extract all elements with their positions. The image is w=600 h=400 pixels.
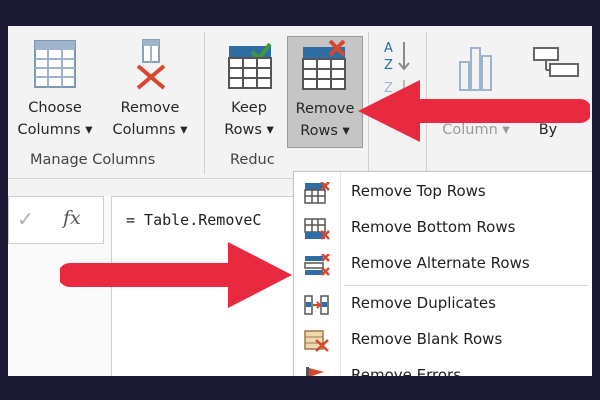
power-query-window: Choose Columns ▾ Remove Columns ▾ Manage… (8, 26, 592, 376)
fx-icon[interactable]: fx (63, 207, 81, 229)
remove-columns-label-line2: Columns ▾ (112, 122, 188, 138)
annotation-arrow-left (60, 242, 292, 308)
remove-top-rows-icon (304, 182, 330, 204)
remove-rows-button[interactable]: Remove Rows ▾ (287, 36, 363, 148)
remove-alternate-rows-icon (304, 254, 330, 276)
menu-item-remove-alternate-rows[interactable]: Remove Alternate Rows (294, 246, 592, 282)
remove-bottom-rows-icon (304, 218, 330, 240)
manage-columns-group-label: Manage Columns (30, 152, 156, 168)
menu-item-remove-top-rows[interactable]: Remove Top Rows (294, 174, 592, 210)
menu-item-label: Remove Alternate Rows (351, 254, 530, 272)
menu-item-remove-duplicates[interactable]: Remove Duplicates (294, 286, 592, 322)
keep-rows-label-line1: Keep (231, 100, 267, 116)
remove-errors-icon (306, 367, 324, 376)
menu-item-remove-blank-rows[interactable]: Remove Blank Rows (294, 322, 592, 358)
svg-text:A: A (384, 41, 393, 56)
svg-text:Z: Z (384, 58, 393, 73)
commit-check-icon[interactable]: ✓ (17, 207, 34, 231)
remove-rows-label-line1: Remove (295, 101, 355, 117)
annotation-arrow-top (358, 80, 590, 142)
choose-columns-label-line1: Choose (28, 100, 82, 116)
menu-item-remove-errors[interactable]: Remove Errors (294, 358, 592, 376)
remove-rows-label-line2: Rows ▾ (300, 123, 350, 139)
menu-item-label: Remove Blank Rows (351, 330, 503, 348)
keep-rows-button[interactable]: Keep Rows ▾ (214, 28, 284, 146)
group-by-icon (533, 47, 579, 77)
choose-columns-label-line2: Columns ▾ (17, 122, 93, 138)
group-separator (204, 32, 205, 174)
remove-rows-icon (302, 39, 346, 90)
remove-columns-label-line1: Remove (120, 100, 180, 116)
remove-blank-rows-icon (304, 330, 329, 352)
keep-rows-label-line2: Rows ▾ (224, 122, 274, 138)
reduce-rows-group-label: Reduc (230, 152, 275, 168)
menu-item-label: Remove Duplicates (351, 294, 496, 312)
formula-controls: ✓ fx (8, 196, 104, 244)
formula-text: = Table.RemoveC (126, 211, 262, 229)
remove-rows-menu: Remove Top Rows Remove Bottom Rows Remov… (293, 171, 592, 376)
sort-ascending-icon[interactable]: A Z (382, 38, 412, 74)
menu-item-label: Remove Errors (351, 366, 462, 376)
remove-columns-button[interactable]: Remove Columns ▾ (104, 28, 196, 146)
remove-columns-icon (136, 39, 166, 90)
menu-item-label: Remove Bottom Rows (351, 218, 516, 236)
remove-duplicates-icon (304, 295, 329, 315)
choose-columns-button[interactable]: Choose Columns ▾ (8, 28, 102, 146)
menu-item-remove-bottom-rows[interactable]: Remove Bottom Rows (294, 210, 592, 246)
keep-rows-icon (228, 42, 272, 89)
menu-item-label: Remove Top Rows (351, 182, 486, 200)
choose-columns-icon (34, 40, 76, 88)
